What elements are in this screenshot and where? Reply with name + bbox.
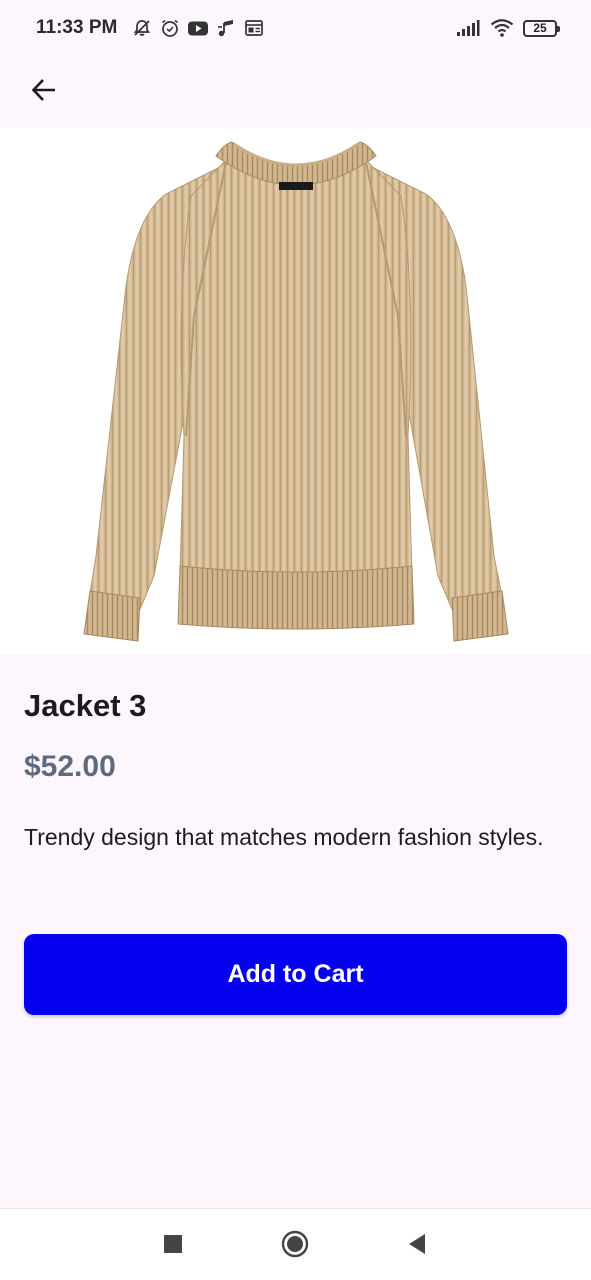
news-icon [243,17,265,39]
product-description: Trendy design that matches modern fashio… [24,824,544,850]
music-icon [215,17,237,39]
home-button[interactable] [280,1230,310,1263]
status-bar: 11:33 PM 25 [0,0,591,56]
battery-level: 25 [533,21,547,35]
status-bar-left: 11:33 PM [36,17,265,39]
status-time: 11:33 PM [36,17,118,38]
back-button[interactable] [24,72,64,112]
status-bar-right: 25 [455,17,560,39]
back-nav-icon [407,1233,427,1260]
battery-icon: 25 [523,19,560,37]
add-to-cart-button[interactable]: Add to Cart [24,934,567,1015]
product-title: Jacket 3 [24,688,147,723]
wifi-icon [489,17,515,39]
status-notification-icons [131,17,265,39]
notifications-off-icon [131,17,153,39]
app-bar [0,56,591,128]
recents-button[interactable] [158,1231,188,1261]
youtube-icon [187,17,209,39]
alarm-icon [159,17,181,39]
sweater-image [82,141,509,642]
product-image [0,128,591,654]
back-nav-button[interactable] [402,1231,432,1261]
signal-icon [455,17,481,39]
recents-icon [163,1234,183,1259]
product-price: $52.00 [24,750,116,783]
system-nav-bar [0,1208,591,1280]
arrow-back-icon [29,75,59,110]
home-icon [281,1230,309,1263]
